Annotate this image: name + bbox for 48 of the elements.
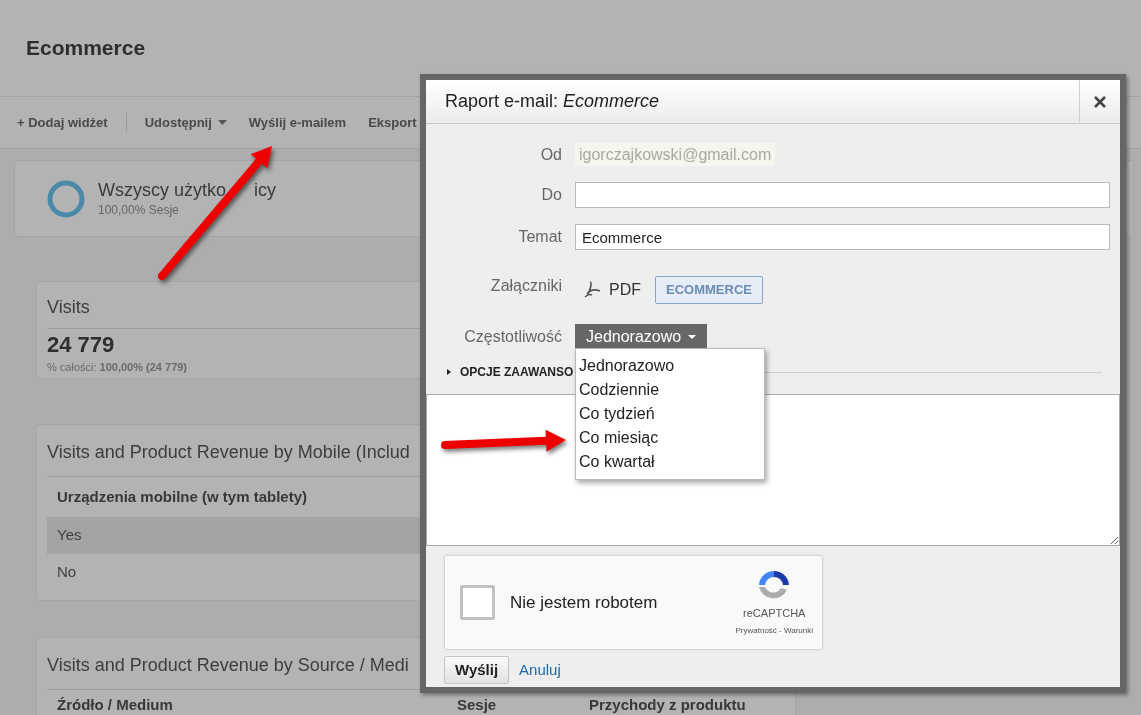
menu-item[interactable]: Codziennie: [576, 378, 764, 402]
table-cell: No: [57, 563, 77, 581]
metric-note: % całości: 100,00% (24 779): [47, 360, 188, 375]
menu-item[interactable]: Co kwartał: [576, 450, 764, 474]
menu-item[interactable]: Jednorazowo: [576, 354, 764, 378]
segment-share: 100,00% Sesje: [98, 201, 180, 219]
menu-item[interactable]: Co tydzień: [576, 402, 764, 426]
caret-icon: [688, 335, 697, 339]
captcha-label: Nie jestem robotem: [510, 591, 659, 614]
cancel-link[interactable]: Anuluj: [519, 658, 561, 682]
triangle-right-icon: [446, 369, 452, 375]
column-header: Przychody z produktu: [589, 694, 747, 715]
frequency-dropdown[interactable]: Jednorazowo: [575, 324, 708, 350]
format-label: PDF: [609, 280, 641, 300]
field-label: Częstotliwość: [463, 327, 562, 347]
widget-title: Visits: [47, 297, 90, 317]
column-header: Urządzenia mobilne (w tym tablety): [57, 486, 309, 507]
send-button[interactable]: Wyślij: [444, 656, 510, 684]
close-icon: [1094, 95, 1106, 108]
captcha-links[interactable]: Prywatność - Warunki: [735, 625, 813, 638]
acrobat-icon: [583, 281, 601, 299]
page-title: Ecommerce: [26, 35, 146, 62]
toolbar-button[interactable]: Udostępnij: [144, 112, 227, 133]
field-label: Załączniki: [489, 276, 562, 296]
widget-title: Visits and Product Revenue by Source / Medi: [47, 655, 409, 675]
ring-chart-icon: [46, 178, 86, 219]
column-header: Sesje: [457, 694, 498, 715]
captcha-checkbox[interactable]: [460, 585, 495, 620]
sender-address: igorczajkowski@gmail.com: [575, 143, 776, 166]
metric-value: 24 779: [47, 331, 115, 359]
dialog-title: Raport e-mail: Ecommerce: [445, 90, 660, 113]
column-header: Źródło / Medium: [57, 694, 174, 715]
toolbar-button[interactable]: Wyślij e-mailem: [248, 112, 347, 133]
advanced-options-toggle[interactable]: OPCJE ZAAWANSO: [446, 363, 574, 381]
table-cell: Yes: [57, 526, 82, 544]
caret-icon: [217, 120, 227, 125]
widget-title: Visits and Product Revenue by Mobile (Includ: [47, 442, 410, 462]
field-label: Od: [539, 144, 562, 165]
segment-name: icy: [254, 178, 276, 201]
field-label: Temat: [517, 227, 562, 247]
captcha-brand: reCAPTCHA: [743, 605, 806, 621]
field-label: Do: [540, 185, 562, 205]
menu-item[interactable]: Co miesiąc: [576, 426, 764, 450]
segment-name: Wszyscy użytko: [98, 178, 226, 201]
recipient-field[interactable]: [575, 182, 1110, 208]
subject-field[interactable]: Ecommerce: [575, 224, 1110, 250]
toolbar-button[interactable]: + Dodaj widżet: [17, 112, 127, 133]
toolbar-button[interactable]: Eksport: [368, 112, 417, 133]
